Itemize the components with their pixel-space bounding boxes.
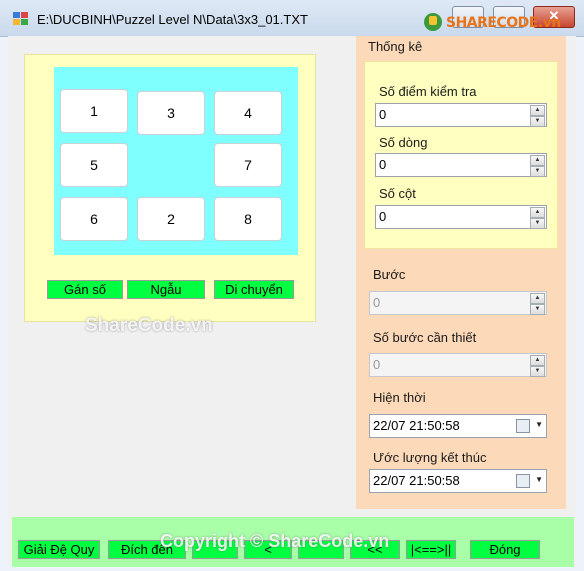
puzzle-tile[interactable]: 3 [137,91,205,135]
puzzle-tile[interactable]: 2 [137,197,205,241]
check-points-input[interactable]: 0 ▲ ▼ [375,103,547,127]
sharecode-logo: SHARECODE.vn [424,10,574,36]
watermark-text: ShareCode.vn [85,315,213,336]
calendar-icon [516,474,530,488]
rows-label: Số dòng [379,135,428,150]
spinner-arrows-icon: ▲ ▼ [530,293,545,315]
current-time-label: Hiện thời [373,390,426,405]
title-bar: E:\DUCBINH\Puzzel Level N\Data\3x3_01.TX… [0,0,584,37]
random-button[interactable]: Ngẫu [127,280,205,299]
play-range-button[interactable]: |<==>|| [406,540,456,559]
dropdown-arrow-icon[interactable]: ▼ [535,420,543,429]
spinner-arrows-icon[interactable]: ▲ ▼ [530,207,545,229]
window-title: E:\DUCBINH\Puzzel Level N\Data\3x3_01.TX… [37,12,308,27]
spinner-arrows-icon[interactable]: ▲ ▼ [530,155,545,177]
needed-steps-input[interactable]: 0 ▲ ▼ [369,353,547,377]
close-button[interactable]: Đóng [470,540,540,559]
rows-input[interactable]: 0 ▲ ▼ [375,153,547,177]
cols-label: Số cột [379,186,416,201]
dropdown-arrow-icon[interactable]: ▼ [535,475,543,484]
estimated-end-label: Ước lượng kết thúc [373,450,487,465]
spinner-arrows-icon: ▲ ▼ [530,355,545,377]
watermark-copyright: Copyright © ShareCode.vn [160,531,390,551]
needed-steps-label: Số bước cần thiết [373,330,477,345]
puzzle-tile[interactable]: 6 [60,197,128,241]
puzzle-tile[interactable]: 4 [214,91,282,135]
app-icon [13,12,28,25]
spinner-arrows-icon[interactable]: ▲ ▼ [530,105,545,127]
calendar-icon [516,419,530,433]
step-input[interactable]: 0 ▲ ▼ [369,291,547,315]
puzzle-tile[interactable]: 1 [60,89,128,133]
puzzle-tile[interactable]: 7 [214,143,282,187]
recursive-solve-button[interactable]: Giải Đệ Quy [18,540,100,559]
move-button[interactable]: Di chuyển [214,280,294,299]
puzzle-tile[interactable]: 8 [214,197,282,241]
estimated-end-picker[interactable]: 22/07 21:50:58 ▼ [369,469,547,493]
stats-group-title: Thống kê [368,39,423,54]
check-points-label: Số điểm kiểm tra [379,84,477,99]
assign-number-button[interactable]: Gán số [47,280,123,299]
current-time-picker[interactable]: 22/07 21:50:58 ▼ [369,414,547,438]
step-label: Bước [373,267,406,282]
puzzle-tile[interactable]: 5 [60,143,128,187]
cols-input[interactable]: 0 ▲ ▼ [375,205,547,229]
